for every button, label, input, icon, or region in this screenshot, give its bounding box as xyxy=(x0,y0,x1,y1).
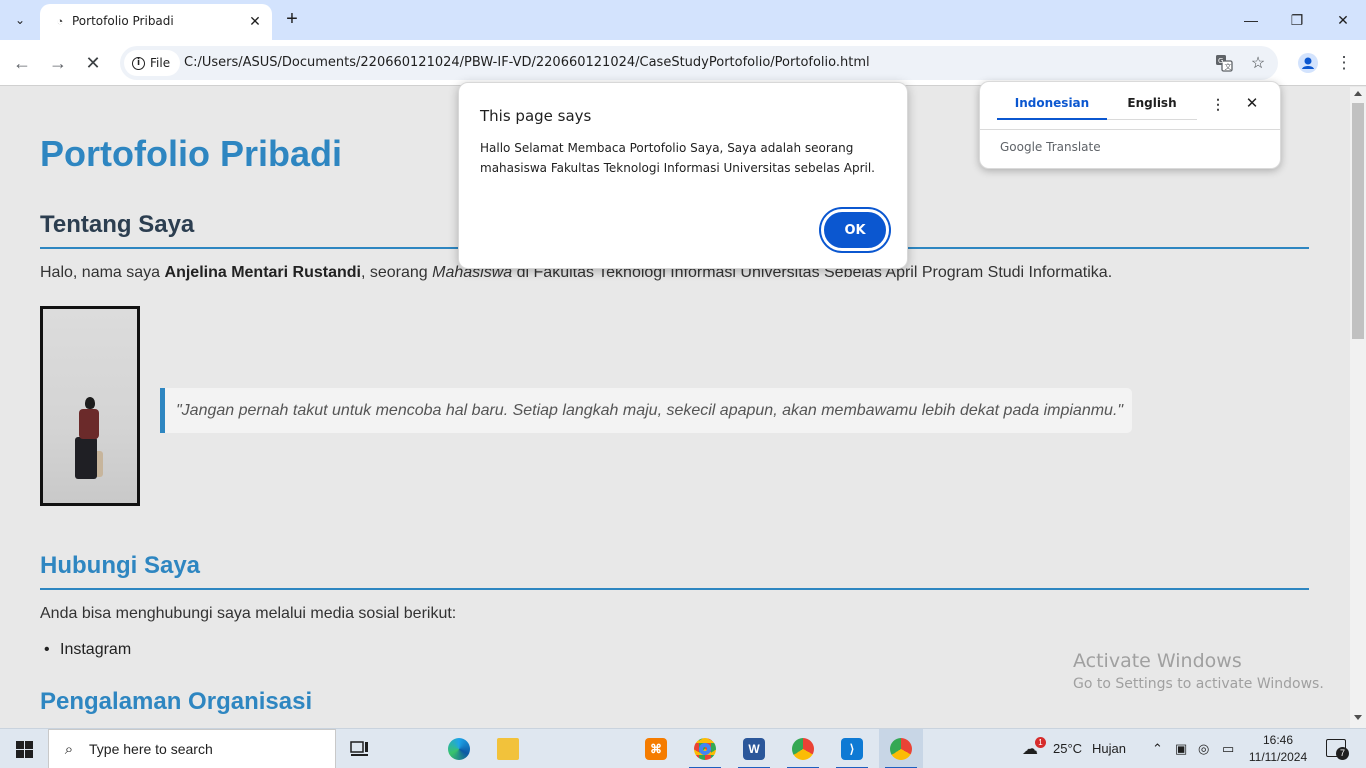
battery-icon[interactable]: ▭ xyxy=(1222,741,1234,757)
weather-text[interactable]: Hujan xyxy=(1092,741,1126,756)
xampp-icon[interactable]: ⌘ xyxy=(634,729,678,768)
start-button[interactable] xyxy=(0,729,48,768)
taskbar-search[interactable]: ⌕ Type here to search xyxy=(48,729,336,768)
svg-text:文: 文 xyxy=(1225,62,1232,71)
page-scrollbar[interactable] xyxy=(1350,87,1366,728)
motto-quote: "Jangan pernah takut untuk mencoba hal b… xyxy=(160,388,1132,433)
new-tab-icon[interactable]: + xyxy=(282,9,302,31)
chrome-profile-2-icon[interactable] xyxy=(781,729,825,768)
restore-icon[interactable]: ❐ xyxy=(1274,0,1320,40)
profile-photo xyxy=(40,306,140,506)
photo-person-legs xyxy=(75,437,97,479)
taskbar-clock[interactable]: 16:46 11/11/2024 xyxy=(1242,732,1314,766)
edge-icon[interactable] xyxy=(437,729,481,768)
windows-logo-icon xyxy=(15,740,33,758)
clock-time: 16:46 xyxy=(1262,733,1294,747)
tab-close-icon[interactable]: ✕ xyxy=(246,12,264,30)
dialog-message: Hallo Selamat Membaca Portofolio Saya, S… xyxy=(480,141,875,175)
photo-person-body xyxy=(79,409,99,439)
tray-chevron-icon[interactable]: ⌃ xyxy=(1152,741,1163,757)
alert-dialog: This page says Hallo Selamat Membaca Por… xyxy=(458,82,908,269)
intro-mid: , seorang xyxy=(360,264,433,281)
contact-item-instagram[interactable]: Instagram xyxy=(60,641,131,659)
stop-loading-icon[interactable]: ✕ xyxy=(80,50,106,76)
info-icon: i xyxy=(132,56,145,70)
windows-taskbar: ⌕ Type here to search ⌘ W ⟩ ☁ 1 25°C Huj… xyxy=(0,728,1366,768)
translate-tab-english[interactable]: English xyxy=(1107,96,1197,120)
tab-portofolio[interactable]: ◔ Portofolio Pribadi ✕ xyxy=(40,4,272,40)
activate-windows-subtitle: Go to Settings to activate Windows. xyxy=(1073,676,1324,692)
profile-avatar-icon[interactable] xyxy=(1296,51,1320,75)
menu-kebab-icon[interactable]: ⋮ xyxy=(1332,51,1356,75)
weather-badge: 1 xyxy=(1035,737,1046,748)
translate-popup: Indonesian English ⋮ ✕ Google Translate xyxy=(979,81,1281,169)
experience-heading: Pengalaman Organisasi xyxy=(40,688,313,715)
clock-date: 11/11/2024 xyxy=(1248,750,1308,764)
search-icon: ⌕ xyxy=(64,740,74,758)
translate-close-icon[interactable]: ✕ xyxy=(1242,94,1262,114)
chip-label: File xyxy=(150,56,171,70)
search-placeholder: Type here to search xyxy=(89,741,213,757)
task-view-icon[interactable] xyxy=(338,729,382,768)
tab-title: Portofolio Pribadi xyxy=(72,14,174,28)
bookmark-star-icon[interactable]: ☆ xyxy=(1248,53,1268,73)
contact-text: Anda bisa menghubungi saya melalui media… xyxy=(40,605,457,622)
contact-divider xyxy=(40,588,1309,590)
scroll-down-icon[interactable] xyxy=(1354,715,1362,720)
photo-person-head xyxy=(85,397,95,409)
close-window-icon[interactable]: ✕ xyxy=(1320,0,1366,40)
google-translate-brand: Google Translate xyxy=(1000,140,1101,154)
dialog-ok-button[interactable]: OK xyxy=(821,209,889,251)
student-name: Anjelina Mentari Rustandi xyxy=(164,264,361,281)
forward-icon[interactable]: → xyxy=(45,50,71,76)
translate-divider xyxy=(980,129,1280,130)
file-explorer-icon[interactable] xyxy=(486,729,530,768)
notification-count: 7 xyxy=(1336,747,1349,760)
scroll-up-icon[interactable] xyxy=(1354,91,1362,96)
translate-tab-indonesian[interactable]: Indonesian xyxy=(997,96,1107,120)
page-title: Portofolio Pribadi xyxy=(40,133,342,174)
back-icon[interactable]: ← xyxy=(9,50,35,76)
translate-icon[interactable]: G文 xyxy=(1214,53,1234,73)
activate-windows-title: Activate Windows xyxy=(1073,650,1242,672)
meet-now-icon[interactable]: ▣ xyxy=(1175,741,1187,757)
contact-heading: Hubungi Saya xyxy=(40,552,201,579)
minimize-icon[interactable]: — xyxy=(1228,0,1274,40)
network-icon[interactable]: ◎ xyxy=(1198,741,1209,757)
weather-temp[interactable]: 25°C xyxy=(1053,741,1082,756)
site-info-chip[interactable]: i File xyxy=(124,50,181,76)
dialog-title: This page says xyxy=(480,107,592,125)
address-bar[interactable]: i File C:/Users/ASUS/Documents/220660121… xyxy=(120,46,1278,80)
chrome-active-icon[interactable] xyxy=(879,729,923,768)
chrome-profile-1-icon[interactable] xyxy=(683,729,727,768)
translate-options-icon[interactable]: ⋮ xyxy=(1208,96,1228,116)
url-text[interactable]: C:/Users/ASUS/Documents/220660121024/PBW… xyxy=(184,55,870,70)
svg-text:G: G xyxy=(1218,57,1223,65)
bullet-icon: • xyxy=(44,641,50,658)
loading-favicon-icon: ◔ xyxy=(56,16,64,28)
about-heading: Tentang Saya xyxy=(40,211,195,238)
intro-prefix: Halo, nama saya xyxy=(40,264,165,281)
browser-toolbar: ← → ✕ i File C:/Users/ASUS/Documents/220… xyxy=(0,40,1366,86)
scroll-thumb[interactable] xyxy=(1352,103,1364,339)
word-icon[interactable]: W xyxy=(732,729,776,768)
vscode-icon[interactable]: ⟩ xyxy=(830,729,874,768)
tab-strip: ⌄ ◔ Portofolio Pribadi ✕ + — ❐ ✕ xyxy=(0,0,1366,40)
tab-search-dropdown-icon[interactable]: ⌄ xyxy=(8,6,32,34)
